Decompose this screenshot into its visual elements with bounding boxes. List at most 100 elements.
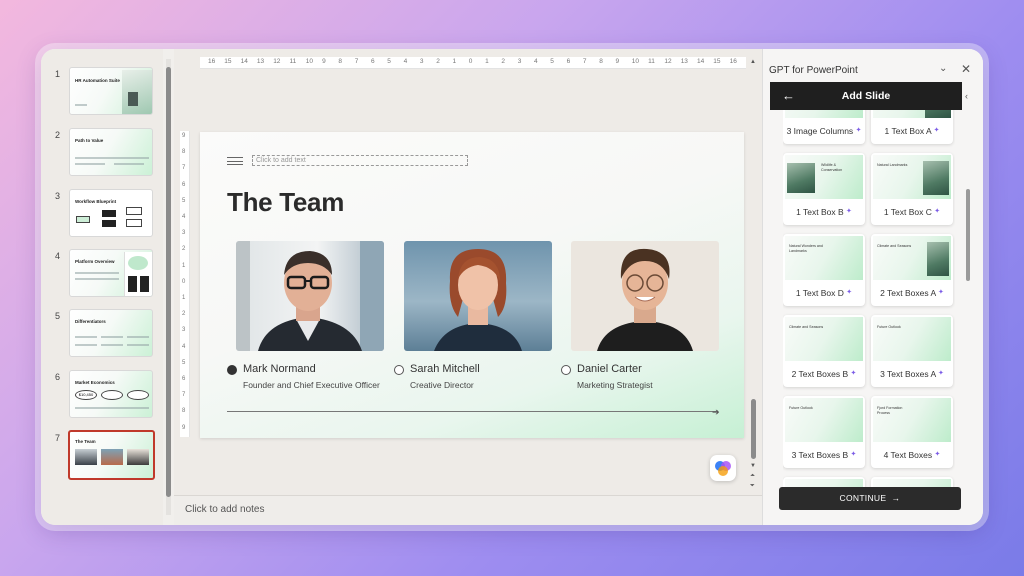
member-2-name: Sarah Mitchell (410, 363, 480, 375)
layout-card-3-text-boxes-b[interactable]: Future Outlook 3 Text Boxes B ✦ (783, 396, 865, 468)
sparkle-icon: ✦ (855, 127, 862, 134)
ruler-tick-label: 6 (371, 58, 375, 65)
editor-scrollbar-grip[interactable] (751, 399, 756, 459)
layout-card-1-text-box-d[interactable]: Natural Wonders and Landmarks 1 Text Box… (783, 234, 865, 306)
slide-thumbnail-7-selected[interactable]: The Team (68, 430, 155, 480)
layout-card-1-text-box-a[interactable]: 1 Text Box A ✦ (871, 110, 953, 144)
layout-label: 3 Text Boxes B ✦ (791, 450, 857, 460)
scroll-down-icon[interactable]: ▼ (750, 463, 756, 469)
ruler-tick-label: 5 (387, 58, 391, 65)
notes-pane[interactable]: Click to add notes (174, 495, 762, 525)
ruler-tick-label: 13 (256, 58, 265, 65)
thumbnail-line (127, 336, 149, 338)
member-2-role: Creative Director (410, 380, 474, 390)
thumbnail-line (101, 344, 123, 346)
editor-scrollbar[interactable]: ▲ ▼ ⏶ ⏷ (750, 59, 758, 491)
layout-card-1-text-box-b[interactable]: Wildlife & Conservation 1 Text Box B ✦ (783, 153, 865, 225)
ruler-tick-label: 8 (338, 58, 343, 65)
chevron-down-icon[interactable]: ⌄ (939, 63, 947, 74)
ruler-tick-label: 5 (182, 197, 186, 204)
ruler-tick-label: 8 (182, 149, 186, 156)
slide-thumbnail-1[interactable]: HR Automation Suite (69, 67, 153, 115)
layout-label: 2 Text Boxes B ✦ (791, 369, 857, 379)
close-icon[interactable]: ✕ (961, 62, 971, 76)
thumbnail-stat: $10,450 (75, 390, 97, 400)
chevron-left-icon[interactable]: ‹ (965, 91, 968, 101)
previous-slide-icon[interactable]: ⏶ (750, 473, 755, 480)
thumbnail-row-1[interactable]: 1 HR Automation Suite (41, 67, 163, 121)
layout-card-2-text-boxes-a[interactable]: Climate and Seasons 2 Text Boxes A ✦ (871, 234, 953, 306)
thumbnail-line (75, 104, 87, 106)
layout-thumbnail: Wildlife & Conservation (785, 155, 863, 199)
slide-thumbnail-6[interactable]: Market Economics $10,450 (69, 370, 153, 418)
next-slide-icon[interactable]: ⏷ (750, 483, 755, 490)
vertical-ruler: 9 8 7 6 5 4 3 2 1 0 1 2 3 4 5 6 7 8 9 (180, 131, 190, 437)
layout-thumbnail: Future Outlook (785, 398, 863, 442)
ruler-tick-label: 7 (182, 392, 186, 399)
hamburger-icon (227, 157, 243, 165)
team-photo-2[interactable] (404, 241, 552, 351)
ruler-tick-label: 1 (485, 58, 489, 65)
continue-label: CONTINUE (839, 493, 887, 503)
slide-thumbnail-5[interactable]: Differentiators (69, 309, 153, 357)
copilot-button[interactable] (710, 455, 736, 481)
thumbnail-number: 7 (55, 433, 61, 443)
slide-thumbnail-4[interactable]: Platform Overview (69, 249, 153, 297)
slide-thumbnail-3[interactable]: Workflow Blueprint (69, 189, 153, 237)
notes-placeholder[interactable]: Click to add notes (185, 504, 265, 515)
layout-card-4-text-boxes[interactable]: Fjord Formation Process 4 Text Boxes ✦ (871, 396, 953, 468)
ruler-tick-label: 9 (615, 58, 620, 65)
ruler-tick-label: 4 (182, 214, 186, 220)
layout-thumbnail: Natural Landmarks (873, 155, 951, 199)
ruler-tick-label: 9 (182, 424, 186, 431)
ruler-tick-label: 7 (182, 165, 186, 172)
layout-card-1-text-box-c[interactable]: Natural Landmarks 1 Text Box C ✦ (871, 153, 953, 225)
thumbnail-title: HR Automation Suite (75, 78, 120, 83)
thumbnail-row-3[interactable]: 3 Workflow Blueprint (41, 189, 163, 243)
panel-scrollbar[interactable] (966, 189, 970, 281)
ruler-tick-label: 6 (182, 181, 186, 188)
ruler-tick-label: 12 (664, 58, 672, 65)
thumbnail-row-7[interactable]: 7 The Team (41, 430, 163, 485)
thumbnail-shape (76, 216, 90, 223)
ruler-tick-label: 0 (182, 278, 186, 285)
member-2-radio-icon[interactable] (394, 365, 404, 375)
thumbnail-photo (127, 449, 149, 465)
thumbnail-row-6[interactable]: 6 Market Economics $10,450 (41, 370, 163, 424)
thumbnail-row-5[interactable]: 5 Differentiators (41, 309, 163, 363)
team-photo-3[interactable] (571, 241, 719, 351)
thumbnail-title: Market Economics (75, 380, 115, 385)
add-slide-header: ← Add Slide (770, 82, 962, 110)
sparkle-icon: ✦ (850, 451, 857, 458)
layout-card-3-text-boxes-a[interactable]: Future Outlook 3 Text Boxes A ✦ (871, 315, 953, 387)
layout-thumbnail: Future Outlook (873, 317, 951, 361)
member-3-radio-icon[interactable] (561, 365, 571, 375)
thumbnail-row-2[interactable]: 2 Path to Value (41, 128, 163, 182)
horizontal-ruler: 16 15 14 13 12 11 10 9 8 7 6 5 4 3 2 1 0 1 2 3 4 5 6 7 8 9 10 11 12 1… (200, 57, 746, 69)
text-placeholder[interactable]: Click to add text (252, 155, 468, 166)
thumbnail-line (75, 336, 97, 338)
member-1-radio-icon[interactable] (227, 365, 237, 375)
slide-thumbnail-2[interactable]: Path to Value (69, 128, 153, 176)
team-photo-1[interactable] (236, 241, 384, 351)
scroll-up-icon[interactable]: ▲ (750, 59, 756, 65)
ruler-tick-label: 3 (182, 327, 186, 334)
thumbnail-line (75, 344, 97, 346)
ruler-tick-label: 1 (452, 58, 457, 65)
thumbnail-shape (126, 219, 142, 227)
sparkle-icon: ✦ (846, 208, 852, 215)
thumbnail-scrollbar-grip[interactable] (166, 67, 171, 497)
thumbnail-row-4[interactable]: 4 Platform Overview (41, 249, 163, 303)
continue-button[interactable]: CONTINUE → (779, 487, 961, 510)
ruler-tick-label: 4 (182, 343, 186, 350)
slide-title[interactable]: The Team (227, 187, 344, 218)
thumbnail-number: 1 (55, 69, 61, 79)
layout-thumbnail (873, 110, 951, 118)
sparkle-icon: ✦ (846, 289, 853, 296)
layout-card-3-image-columns[interactable]: 3 Image Columns ✦ (783, 110, 865, 144)
member-1-role: Founder and Chief Executive Officer (243, 380, 380, 390)
ruler-tick-label: 4 (534, 58, 538, 65)
layout-card-2-text-boxes-b[interactable]: Climate and Seasons 2 Text Boxes B ✦ (783, 315, 865, 387)
thumbnail-scrollbar[interactable] (166, 59, 171, 515)
slide-canvas[interactable]: Click to add text The Team Mark Normand … (200, 132, 744, 438)
